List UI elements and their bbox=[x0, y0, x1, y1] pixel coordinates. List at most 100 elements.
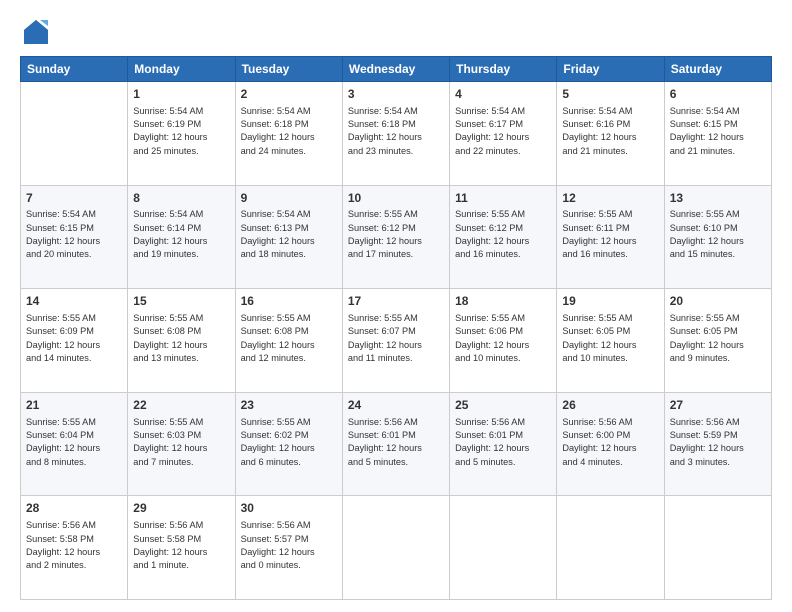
day-number: 23 bbox=[241, 397, 337, 414]
calendar-row: 1 Sunrise: 5:54 AM Sunset: 6:19 PM Daylig… bbox=[21, 82, 772, 186]
cell-content: Sunrise: 5:55 AM Sunset: 6:04 PM Dayligh… bbox=[26, 416, 122, 469]
calendar-cell: 24Sunrise: 5:56 AM Sunset: 6:01 PM Dayli… bbox=[342, 392, 449, 496]
calendar-cell: 30 Sunrise: 5:56 AM Sunset: 5:57 PM Dayli… bbox=[235, 496, 342, 600]
calendar-cell bbox=[342, 496, 449, 600]
calendar-cell: 14 Sunrise: 5:55 AM Sunset: 6:09 PM Dayli… bbox=[21, 289, 128, 393]
cell-content: Sunrise: 5:56 AM Sunset: 5:59 PM Dayligh… bbox=[670, 416, 766, 469]
calendar-cell: 10Sunrise: 5:55 AM Sunset: 6:12 PM Dayli… bbox=[342, 185, 449, 289]
cell-content: Sunrise: 5:54 AM Sunset: 6:18 PM Dayligh… bbox=[348, 105, 444, 158]
cell-content: Sunrise: 5:54 AM Sunset: 6:13 PM Dayligh… bbox=[241, 208, 337, 261]
calendar-cell: 13Sunrise: 5:55 AM Sunset: 6:10 PM Dayli… bbox=[664, 185, 771, 289]
cell-content: Sunrise: 5:54 AM Sunset: 6:15 PM Dayligh… bbox=[670, 105, 766, 158]
day-number: 9 bbox=[241, 190, 337, 207]
weekday-header: Tuesday bbox=[235, 57, 342, 82]
calendar-header: SundayMondayTuesdayWednesdayThursdayFrid… bbox=[21, 57, 772, 82]
calendar: SundayMondayTuesdayWednesdayThursdayFrid… bbox=[20, 56, 772, 600]
day-number: 8 bbox=[133, 190, 229, 207]
day-number: 15 bbox=[133, 293, 229, 310]
calendar-cell: 5 Sunrise: 5:54 AM Sunset: 6:16 PM Daylig… bbox=[557, 82, 664, 186]
cell-content: Sunrise: 5:55 AM Sunset: 6:08 PM Dayligh… bbox=[133, 312, 229, 365]
calendar-cell: 27 Sunrise: 5:56 AM Sunset: 5:59 PM Dayli… bbox=[664, 392, 771, 496]
calendar-cell: 19 Sunrise: 5:55 AM Sunset: 6:05 PM Dayli… bbox=[557, 289, 664, 393]
day-number: 21 bbox=[26, 397, 122, 414]
calendar-cell: 18Sunrise: 5:55 AM Sunset: 6:06 PM Dayli… bbox=[450, 289, 557, 393]
day-number: 10 bbox=[348, 190, 444, 207]
calendar-cell bbox=[21, 82, 128, 186]
calendar-cell bbox=[557, 496, 664, 600]
cell-content: Sunrise: 5:56 AM Sunset: 6:01 PM Dayligh… bbox=[348, 416, 444, 469]
calendar-cell: 15 Sunrise: 5:55 AM Sunset: 6:08 PM Dayli… bbox=[128, 289, 235, 393]
cell-content: Sunrise: 5:55 AM Sunset: 6:03 PM Dayligh… bbox=[133, 416, 229, 469]
calendar-cell: 9Sunrise: 5:54 AM Sunset: 6:13 PM Daylig… bbox=[235, 185, 342, 289]
logo bbox=[20, 16, 56, 48]
calendar-row: 7Sunrise: 5:54 AM Sunset: 6:15 PM Daylig… bbox=[21, 185, 772, 289]
day-number: 1 bbox=[133, 86, 229, 103]
calendar-cell: 23Sunrise: 5:55 AM Sunset: 6:02 PM Dayli… bbox=[235, 392, 342, 496]
day-number: 19 bbox=[562, 293, 658, 310]
cell-content: Sunrise: 5:54 AM Sunset: 6:14 PM Dayligh… bbox=[133, 208, 229, 261]
cell-content: Sunrise: 5:56 AM Sunset: 6:00 PM Dayligh… bbox=[562, 416, 658, 469]
calendar-cell: 8Sunrise: 5:54 AM Sunset: 6:14 PM Daylig… bbox=[128, 185, 235, 289]
cell-content: Sunrise: 5:56 AM Sunset: 6:01 PM Dayligh… bbox=[455, 416, 551, 469]
day-number: 29 bbox=[133, 500, 229, 517]
cell-content: Sunrise: 5:54 AM Sunset: 6:16 PM Dayligh… bbox=[562, 105, 658, 158]
day-number: 28 bbox=[26, 500, 122, 517]
calendar-cell bbox=[450, 496, 557, 600]
day-number: 27 bbox=[670, 397, 766, 414]
day-number: 12 bbox=[562, 190, 658, 207]
calendar-cell: 1 Sunrise: 5:54 AM Sunset: 6:19 PM Daylig… bbox=[128, 82, 235, 186]
day-number: 5 bbox=[562, 86, 658, 103]
page: SundayMondayTuesdayWednesdayThursdayFrid… bbox=[0, 0, 792, 612]
calendar-cell: 3 Sunrise: 5:54 AM Sunset: 6:18 PM Daylig… bbox=[342, 82, 449, 186]
calendar-cell: 29 Sunrise: 5:56 AM Sunset: 5:58 PM Dayli… bbox=[128, 496, 235, 600]
day-number: 25 bbox=[455, 397, 551, 414]
weekday-header: Wednesday bbox=[342, 57, 449, 82]
day-number: 13 bbox=[670, 190, 766, 207]
calendar-body: 1 Sunrise: 5:54 AM Sunset: 6:19 PM Daylig… bbox=[21, 82, 772, 600]
cell-content: Sunrise: 5:56 AM Sunset: 5:58 PM Dayligh… bbox=[133, 519, 229, 572]
day-number: 7 bbox=[26, 190, 122, 207]
day-number: 4 bbox=[455, 86, 551, 103]
weekday-row: SundayMondayTuesdayWednesdayThursdayFrid… bbox=[21, 57, 772, 82]
calendar-cell: 21 Sunrise: 5:55 AM Sunset: 6:04 PM Dayli… bbox=[21, 392, 128, 496]
calendar-cell bbox=[664, 496, 771, 600]
cell-content: Sunrise: 5:54 AM Sunset: 6:18 PM Dayligh… bbox=[241, 105, 337, 158]
cell-content: Sunrise: 5:56 AM Sunset: 5:58 PM Dayligh… bbox=[26, 519, 122, 572]
calendar-cell: 6 Sunrise: 5:54 AM Sunset: 6:15 PM Daylig… bbox=[664, 82, 771, 186]
cell-content: Sunrise: 5:55 AM Sunset: 6:12 PM Dayligh… bbox=[348, 208, 444, 261]
header bbox=[20, 16, 772, 48]
cell-content: Sunrise: 5:55 AM Sunset: 6:11 PM Dayligh… bbox=[562, 208, 658, 261]
day-number: 17 bbox=[348, 293, 444, 310]
calendar-cell: 4 Sunrise: 5:54 AM Sunset: 6:17 PM Daylig… bbox=[450, 82, 557, 186]
cell-content: Sunrise: 5:55 AM Sunset: 6:09 PM Dayligh… bbox=[26, 312, 122, 365]
cell-content: Sunrise: 5:55 AM Sunset: 6:05 PM Dayligh… bbox=[670, 312, 766, 365]
day-number: 30 bbox=[241, 500, 337, 517]
calendar-cell: 16Sunrise: 5:55 AM Sunset: 6:08 PM Dayli… bbox=[235, 289, 342, 393]
calendar-cell: 7Sunrise: 5:54 AM Sunset: 6:15 PM Daylig… bbox=[21, 185, 128, 289]
cell-content: Sunrise: 5:54 AM Sunset: 6:19 PM Dayligh… bbox=[133, 105, 229, 158]
day-number: 6 bbox=[670, 86, 766, 103]
day-number: 14 bbox=[26, 293, 122, 310]
calendar-row: 14 Sunrise: 5:55 AM Sunset: 6:09 PM Dayli… bbox=[21, 289, 772, 393]
logo-icon bbox=[20, 16, 52, 48]
calendar-cell: 28 Sunrise: 5:56 AM Sunset: 5:58 PM Dayli… bbox=[21, 496, 128, 600]
calendar-cell: 22Sunrise: 5:55 AM Sunset: 6:03 PM Dayli… bbox=[128, 392, 235, 496]
calendar-cell: 12Sunrise: 5:55 AM Sunset: 6:11 PM Dayli… bbox=[557, 185, 664, 289]
cell-content: Sunrise: 5:55 AM Sunset: 6:12 PM Dayligh… bbox=[455, 208, 551, 261]
cell-content: Sunrise: 5:54 AM Sunset: 6:17 PM Dayligh… bbox=[455, 105, 551, 158]
day-number: 16 bbox=[241, 293, 337, 310]
cell-content: Sunrise: 5:54 AM Sunset: 6:15 PM Dayligh… bbox=[26, 208, 122, 261]
cell-content: Sunrise: 5:55 AM Sunset: 6:05 PM Dayligh… bbox=[562, 312, 658, 365]
cell-content: Sunrise: 5:56 AM Sunset: 5:57 PM Dayligh… bbox=[241, 519, 337, 572]
day-number: 26 bbox=[562, 397, 658, 414]
day-number: 3 bbox=[348, 86, 444, 103]
day-number: 20 bbox=[670, 293, 766, 310]
calendar-row: 21 Sunrise: 5:55 AM Sunset: 6:04 PM Dayli… bbox=[21, 392, 772, 496]
cell-content: Sunrise: 5:55 AM Sunset: 6:07 PM Dayligh… bbox=[348, 312, 444, 365]
weekday-header: Saturday bbox=[664, 57, 771, 82]
calendar-cell: 25 Sunrise: 5:56 AM Sunset: 6:01 PM Dayli… bbox=[450, 392, 557, 496]
weekday-header: Sunday bbox=[21, 57, 128, 82]
cell-content: Sunrise: 5:55 AM Sunset: 6:10 PM Dayligh… bbox=[670, 208, 766, 261]
day-number: 18 bbox=[455, 293, 551, 310]
calendar-cell: 26 Sunrise: 5:56 AM Sunset: 6:00 PM Dayli… bbox=[557, 392, 664, 496]
